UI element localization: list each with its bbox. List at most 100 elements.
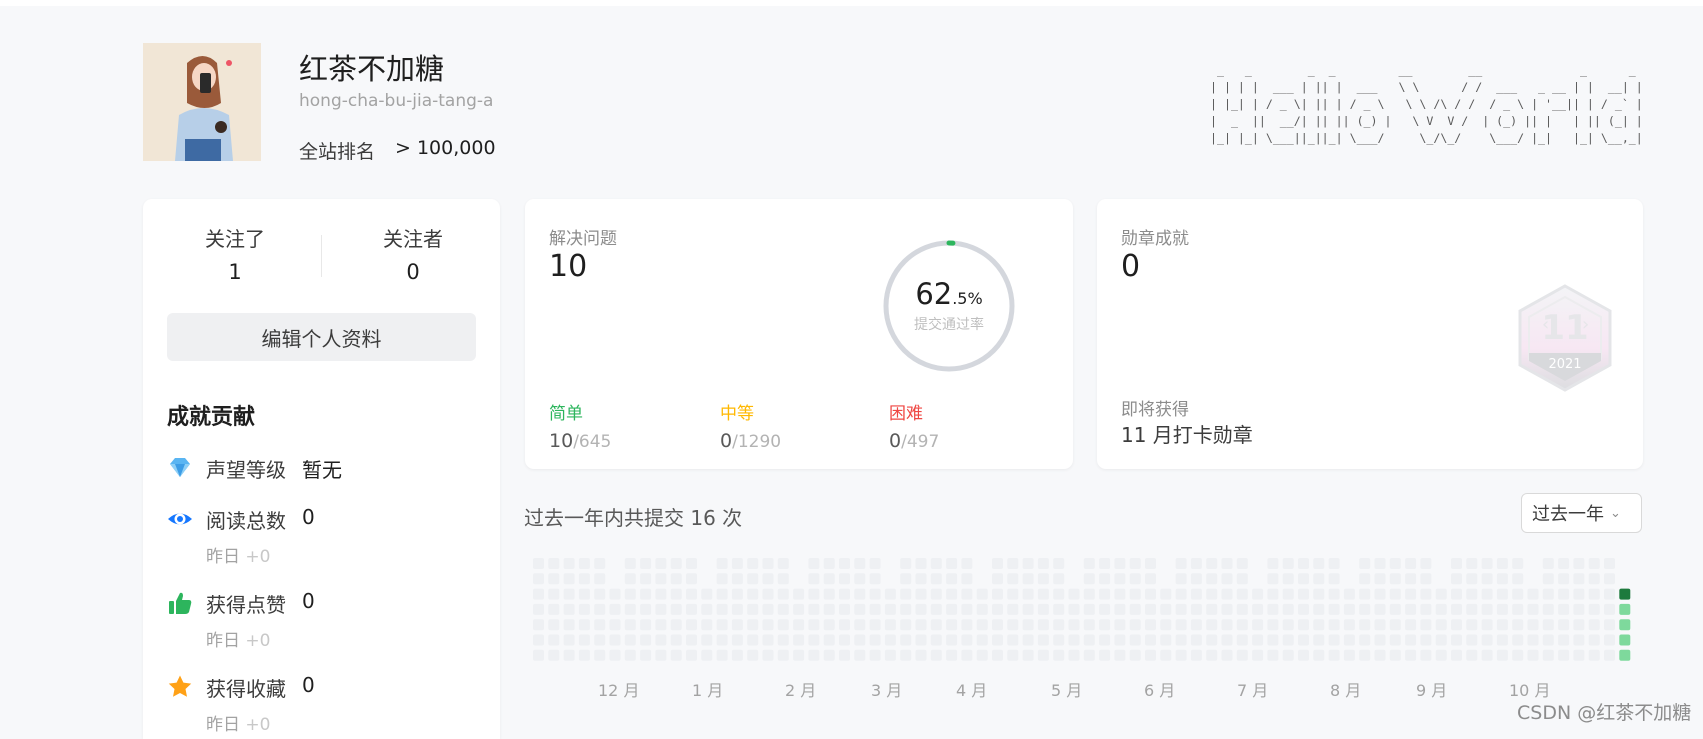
heatmap-cell[interactable] — [976, 649, 988, 661]
heatmap-cell[interactable] — [670, 634, 682, 646]
heatmap-cell[interactable] — [1451, 603, 1462, 615]
heatmap-cell[interactable] — [1145, 619, 1156, 631]
heatmap-cell[interactable] — [1221, 588, 1233, 600]
heatmap-cell[interactable] — [731, 603, 743, 615]
heatmap-cell[interactable] — [1328, 634, 1340, 646]
heatmap-cell[interactable] — [670, 588, 682, 600]
heatmap-cell[interactable] — [1083, 634, 1095, 646]
heatmap-cell[interactable] — [1389, 588, 1401, 600]
heatmap-cell[interactable] — [1175, 603, 1187, 615]
heatmap-cell[interactable] — [1083, 603, 1095, 615]
heatmap-cell[interactable] — [808, 558, 820, 569]
heatmap-cell[interactable] — [1282, 573, 1294, 585]
heatmap-cell[interactable] — [823, 619, 835, 631]
heatmap-cell[interactable] — [1252, 603, 1264, 615]
heatmap-cell[interactable] — [1588, 588, 1600, 600]
heatmap-cell[interactable] — [1221, 558, 1233, 569]
heatmap-cell[interactable] — [1374, 603, 1386, 615]
heatmap-cell[interactable] — [900, 573, 912, 585]
heatmap-cell[interactable] — [946, 573, 958, 585]
heatmap-cell[interactable] — [1481, 603, 1493, 615]
heatmap-cell[interactable] — [594, 634, 606, 646]
heatmap-cell[interactable] — [1236, 634, 1248, 646]
heatmap-cell[interactable] — [1129, 573, 1141, 585]
heatmap-cell[interactable] — [1496, 603, 1508, 615]
heatmap-cell[interactable] — [701, 603, 713, 615]
heatmap-cell[interactable] — [946, 603, 958, 615]
heatmap-cell[interactable] — [686, 619, 697, 631]
heatmap-cell[interactable] — [1175, 558, 1187, 569]
heatmap-cell[interactable] — [1083, 619, 1095, 631]
heatmap-cell[interactable] — [1466, 649, 1478, 661]
heatmap-cell[interactable] — [578, 634, 590, 646]
heatmap-cell[interactable] — [670, 558, 682, 569]
heatmap-cell[interactable] — [670, 649, 682, 661]
heatmap-cell[interactable] — [1527, 588, 1539, 600]
heatmap-cell[interactable] — [1343, 634, 1355, 646]
heatmap-cell[interactable] — [1175, 634, 1187, 646]
heatmap-cell[interactable] — [1267, 573, 1279, 585]
heatmap-cell[interactable] — [777, 649, 789, 661]
heatmap-cell[interactable] — [1420, 649, 1432, 661]
heatmap-cell[interactable] — [1267, 558, 1279, 569]
heatmap-cell[interactable] — [976, 603, 988, 615]
heatmap-cell[interactable] — [1343, 649, 1355, 661]
heatmap-cell[interactable] — [1451, 573, 1462, 585]
heatmap-cell[interactable] — [854, 588, 866, 600]
heatmap-cell[interactable] — [1420, 558, 1432, 569]
heatmap-cell[interactable] — [1037, 603, 1049, 615]
heatmap-cell[interactable] — [808, 619, 820, 631]
heatmap-cell[interactable] — [1389, 558, 1401, 569]
range-select[interactable]: 过去一年 ⌄ — [1521, 493, 1642, 533]
heatmap-cell[interactable] — [1604, 619, 1615, 631]
heatmap-cell[interactable] — [1007, 634, 1019, 646]
heatmap-cell[interactable] — [1512, 573, 1524, 585]
heatmap-cell[interactable] — [961, 649, 973, 661]
heatmap-cell[interactable] — [1236, 558, 1248, 569]
heatmap-cell[interactable] — [1099, 634, 1111, 646]
heatmap-cell[interactable] — [961, 634, 973, 646]
heatmap-cell[interactable] — [1496, 619, 1508, 631]
heatmap-cell[interactable] — [869, 573, 881, 585]
heatmap-cell[interactable] — [854, 619, 866, 631]
heatmap-cell[interactable] — [1496, 634, 1508, 646]
heatmap-cell[interactable] — [1558, 588, 1570, 600]
heatmap-cell[interactable] — [624, 603, 636, 615]
heatmap-cell[interactable] — [915, 588, 927, 600]
heatmap-cell[interactable] — [808, 634, 820, 646]
heatmap-cell[interactable] — [869, 649, 881, 661]
heatmap-cell[interactable] — [701, 588, 713, 600]
heatmap-cell[interactable] — [1267, 649, 1279, 661]
difficulty-hard[interactable]: 困难 0/497 — [889, 399, 939, 452]
heatmap-cell[interactable] — [640, 603, 652, 615]
heatmap-cell[interactable] — [793, 649, 805, 661]
heatmap-cell[interactable] — [1389, 634, 1401, 646]
heatmap-cell[interactable] — [1236, 619, 1248, 631]
heatmap-cell[interactable] — [1007, 603, 1019, 615]
heatmap-cell[interactable] — [1007, 649, 1019, 661]
heatmap-cell[interactable] — [1160, 634, 1172, 646]
heatmap-cell[interactable] — [640, 588, 652, 600]
heatmap-cell[interactable] — [930, 558, 942, 569]
following-stat[interactable]: 关注了 1 — [165, 223, 305, 284]
heatmap-cell[interactable] — [808, 603, 820, 615]
heatmap-cell[interactable] — [1328, 649, 1340, 661]
heatmap-cell[interactable] — [823, 588, 835, 600]
heatmap-cell[interactable] — [1190, 649, 1202, 661]
heatmap-cell[interactable] — [930, 588, 942, 600]
followers-stat[interactable]: 关注者 0 — [343, 223, 483, 284]
heatmap-cell[interactable] — [1175, 588, 1187, 600]
heatmap-cell[interactable] — [930, 634, 942, 646]
heatmap-cell[interactable] — [747, 619, 759, 631]
heatmap-cell[interactable] — [1328, 603, 1340, 615]
heatmap-cell[interactable] — [1343, 603, 1355, 615]
heatmap-cell[interactable] — [854, 558, 866, 569]
heatmap-cell[interactable] — [992, 588, 1003, 600]
heatmap-cell[interactable] — [1267, 588, 1279, 600]
heatmap-cell[interactable] — [777, 619, 789, 631]
heatmap-cell[interactable] — [946, 588, 958, 600]
heatmap-cell[interactable] — [1435, 634, 1447, 646]
heatmap-cell[interactable] — [563, 634, 575, 646]
heatmap-cell[interactable] — [1481, 588, 1493, 600]
heatmap-cell[interactable] — [1068, 603, 1080, 615]
